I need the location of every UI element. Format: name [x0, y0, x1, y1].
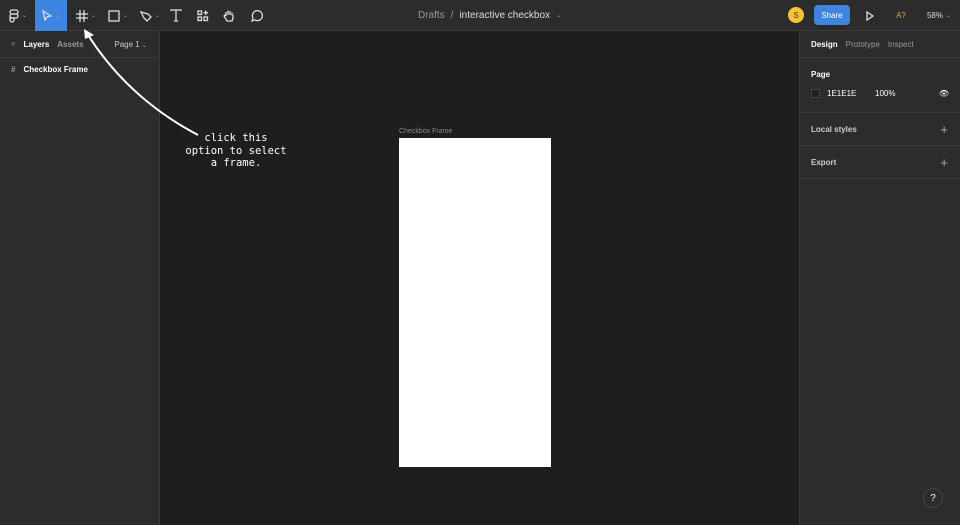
breadcrumb-separator: /	[450, 10, 454, 21]
share-button[interactable]: Share	[814, 5, 850, 25]
local-styles-heading: Local styles	[811, 124, 857, 134]
eye-icon[interactable]: 👁	[939, 89, 949, 98]
page-heading: Page	[811, 70, 831, 79]
plus-icon[interactable]: +	[940, 155, 948, 170]
breadcrumb: Drafts / interactive checkbox ⌄	[418, 0, 561, 31]
missing-fonts-button[interactable]: A?	[892, 0, 910, 31]
comment-tool-button[interactable]	[247, 0, 265, 31]
avatar[interactable]: S	[788, 7, 804, 23]
play-icon	[866, 10, 874, 21]
chevron-down-icon: ⌄	[154, 13, 161, 19]
page-color-swatch[interactable]	[811, 89, 820, 98]
tab-layers[interactable]: Layers	[23, 40, 49, 49]
checkbox-frame[interactable]	[399, 138, 551, 467]
chevron-down-icon: ⌄	[54, 13, 61, 19]
hand-tool-button[interactable]	[220, 0, 238, 31]
present-button[interactable]	[862, 0, 878, 31]
zoom-dropdown[interactable]: 58% ⌄	[924, 0, 954, 31]
annotation-line: option to select	[185, 144, 287, 157]
pen-icon	[139, 10, 152, 22]
properties-panel: Design Prototype Inspect Page 1E1E1E 100…	[799, 31, 960, 525]
help-button[interactable]: ?	[923, 488, 943, 508]
rectangle-icon	[108, 9, 120, 22]
text-icon	[170, 9, 182, 22]
frame-label[interactable]: Checkbox Frame	[399, 128, 452, 135]
page-color-value[interactable]: 1E1E1E	[827, 89, 875, 98]
comment-icon	[250, 9, 263, 22]
chevron-down-icon[interactable]: ⌄	[556, 12, 561, 19]
hand-icon	[223, 10, 234, 22]
tab-design[interactable]: Design	[811, 40, 838, 49]
file-name[interactable]: interactive checkbox	[459, 10, 550, 21]
chevron-down-icon: ⌄	[21, 13, 28, 19]
annotation-text: click this option to select a frame.	[170, 132, 302, 170]
breadcrumb-drafts[interactable]: Drafts	[418, 10, 445, 21]
chevron-down-icon: ⌄	[945, 13, 952, 19]
plus-icon[interactable]: +	[940, 122, 948, 137]
export-heading: Export	[811, 157, 837, 167]
page-opacity[interactable]: 100%	[875, 89, 895, 98]
tab-inspect[interactable]: Inspect	[888, 40, 914, 49]
main-menu-button[interactable]: ⌄	[4, 0, 32, 31]
chevron-down-icon: ⌄	[122, 13, 129, 19]
frame-icon: #	[11, 64, 16, 74]
figma-logo-icon	[9, 8, 19, 23]
components-icon	[197, 9, 209, 21]
tab-prototype[interactable]: Prototype	[846, 40, 880, 49]
chevron-down-icon: ⌄	[90, 13, 97, 19]
layer-name: Checkbox Frame	[23, 64, 88, 74]
annotation-line: click this	[204, 132, 268, 144]
zoom-level: 58%	[926, 11, 943, 20]
move-tool-button[interactable]: ⌄	[35, 0, 67, 31]
search-icon[interactable]: ⌕	[11, 39, 15, 49]
annotation-line: a frame.	[210, 157, 262, 169]
cursor-icon	[42, 10, 52, 21]
annotation-arrow	[84, 29, 199, 136]
frame-icon	[75, 9, 88, 22]
